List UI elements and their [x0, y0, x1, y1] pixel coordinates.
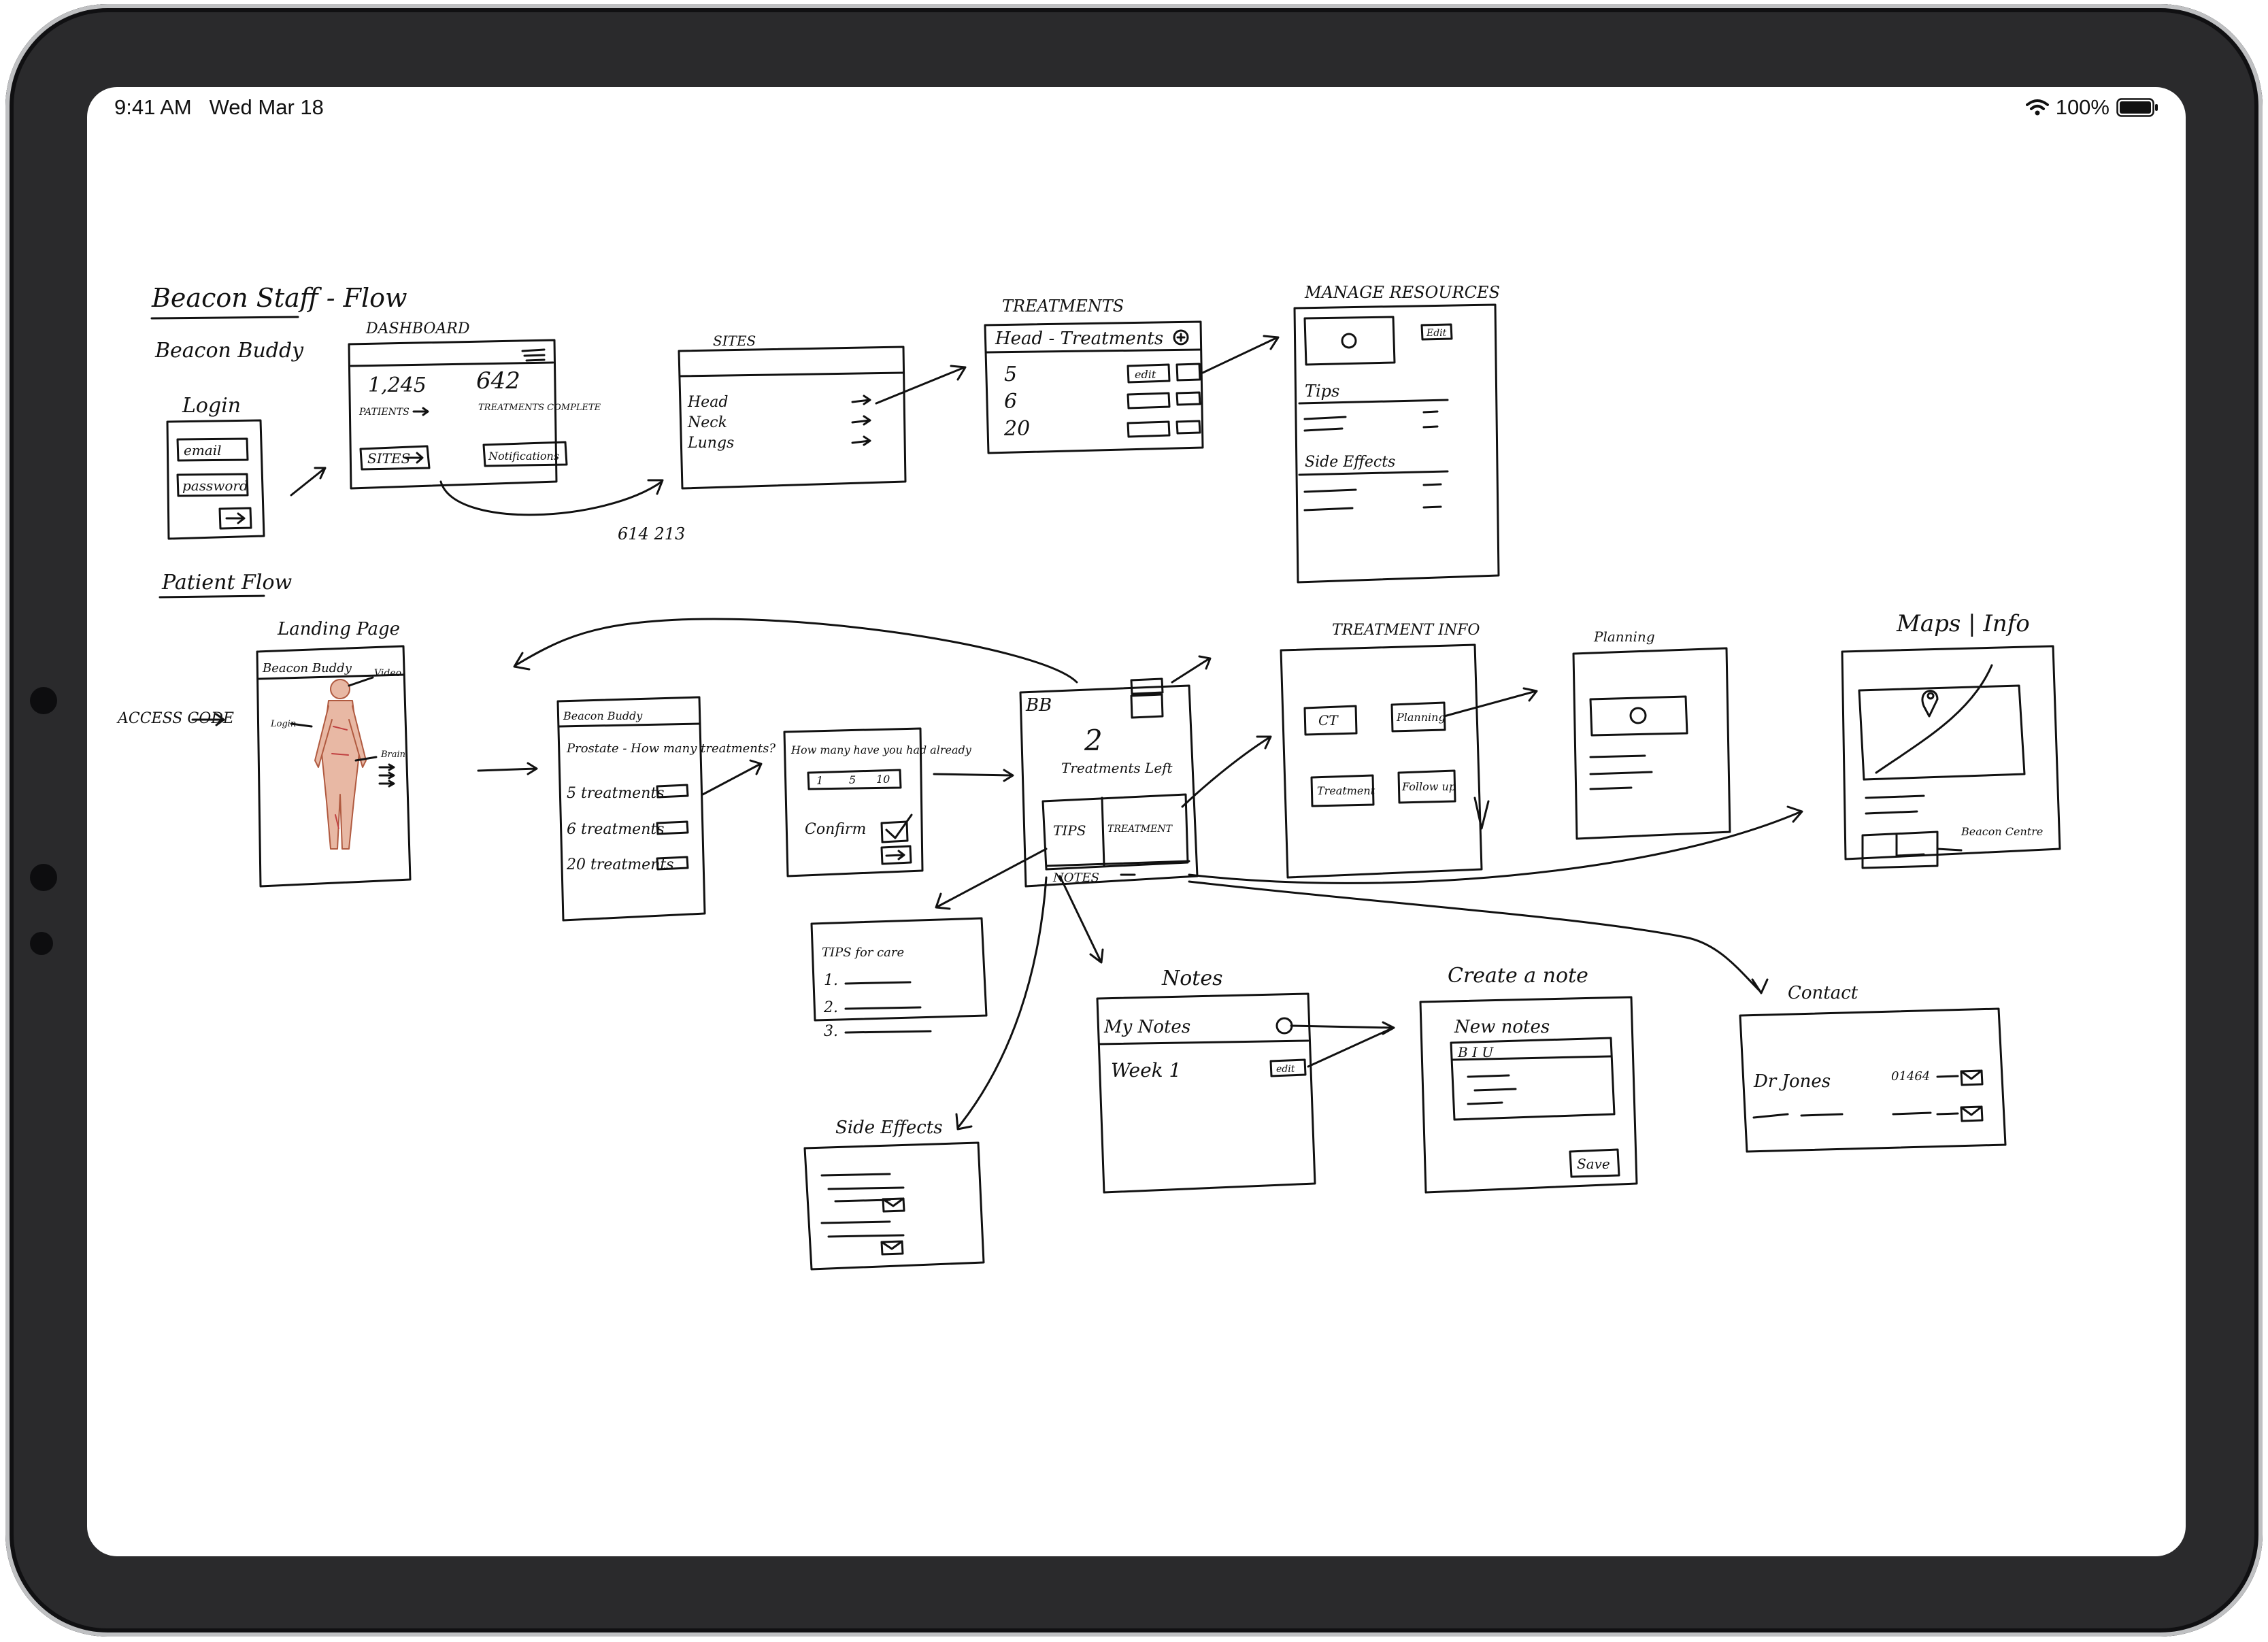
- create-note-save: Save: [1577, 1156, 1610, 1172]
- how-many-confirm: Confirm: [805, 821, 866, 838]
- select-screen: Beacon Buddy Prostate - How many treatme…: [556, 696, 776, 922]
- select-app-name: Beacon Buddy: [563, 709, 643, 722]
- manage-resources-tips: Tips: [1305, 382, 1339, 401]
- dashboard-stat1: 1,245: [368, 373, 427, 397]
- notes-title: Notes: [1161, 967, 1223, 990]
- notes-edit: edit: [1276, 1064, 1295, 1075]
- maps-info-title: Maps | Info: [1896, 610, 2030, 637]
- treatments-row-6: 6: [1004, 390, 1017, 414]
- how-many-screen: How many have you had already 1 5 10 Con…: [783, 727, 972, 877]
- tips-item-3: 3.: [824, 1023, 838, 1040]
- patient-flow-title: Patient Flow: [161, 571, 293, 594]
- tips-item-1: 1.: [824, 972, 838, 989]
- treatment-info-treatment: Treatment: [1317, 784, 1375, 797]
- treatment-info-follow-up: Follow up: [1401, 780, 1456, 793]
- treatments-row-20: 20: [1003, 417, 1030, 441]
- sites-item-head: Head: [687, 394, 728, 411]
- maps-info-label: Beacon Centre: [1961, 825, 2043, 838]
- sites-item-neck: Neck: [687, 414, 727, 431]
- landing-brain-label: Brain: [380, 750, 405, 760]
- landing-video-label: Video: [374, 668, 401, 679]
- how-many-value-10: 10: [876, 773, 890, 786]
- create-note-header: New notes: [1454, 1017, 1550, 1037]
- sites-item-lungs: Lungs: [687, 435, 734, 452]
- manage-resources-edit: Edit: [1426, 328, 1447, 339]
- manage-resources-screen: MANAGE RESOURCES Edit Tips Side Effects: [1293, 283, 1500, 584]
- how-many-value-1: 1: [816, 774, 823, 787]
- landing-title: Landing Page: [277, 619, 400, 639]
- sites-screen: SITES Head Neck Lungs: [678, 333, 907, 490]
- treatments-row-5: 5: [1004, 363, 1017, 386]
- sites-title: SITES: [713, 333, 756, 349]
- tips-for-care-title: TIPS for care: [822, 945, 904, 960]
- dashboard-notifications-button: Notifications: [488, 450, 559, 463]
- dashboard-stat1-label: PATIENTS: [358, 407, 410, 418]
- side-effects-screen: Side Effects: [803, 876, 1048, 1271]
- dashboard-screen: DASHBOARD 1,245 PATIENTS 642 TREATMENTS …: [348, 320, 601, 490]
- treatments-header: Head - Treatments: [995, 329, 1163, 349]
- dashboard-stat2-label: TREATMENTS COMPLETE: [478, 403, 601, 413]
- create-note-toolbar: B I U: [1457, 1044, 1494, 1060]
- staff-app-name: Beacon Buddy: [154, 339, 304, 363]
- home-logo: BB: [1025, 695, 1052, 716]
- landing-screen: Landing Page Beacon Buddy Video Login Br…: [256, 619, 412, 888]
- notes-header: My Notes: [1103, 1017, 1190, 1037]
- treatments-title: TREATMENTS: [1002, 297, 1124, 316]
- notes-item-week1: Week 1: [1111, 1059, 1181, 1082]
- maps-info-screen: Maps | Info Beacon Centre: [1841, 610, 2061, 869]
- camera-dot: [30, 687, 57, 714]
- treatment-info-title: TREATMENT INFO: [1332, 622, 1480, 639]
- hardware-button: [30, 864, 57, 891]
- treatments-edit: edit: [1135, 368, 1156, 381]
- login-title: Login: [182, 394, 241, 418]
- notes-screen: Notes My Notes Week 1 edit: [1058, 875, 1395, 1194]
- how-many-value-5: 5: [849, 773, 856, 786]
- side-effects-title: Side Effects: [835, 1118, 943, 1138]
- home-count: 2: [1084, 724, 1103, 757]
- login-password: password: [182, 477, 248, 494]
- planning-screen: Planning: [1572, 629, 1731, 840]
- staff-flow-title: Beacon Staff - Flow: [151, 283, 407, 313]
- staff-note: 614 213: [618, 524, 685, 543]
- manage-resources-title: MANAGE RESOURCES: [1304, 283, 1500, 302]
- treatments-screen: TREATMENTS Head - Treatments 5 6 20 edit: [984, 297, 1204, 454]
- planning-title: Planning: [1593, 629, 1655, 645]
- home-treatment-tile: TREATMENT: [1107, 824, 1173, 835]
- staff-flow: Beacon Staff - Flow Beacon Buddy Login e…: [150, 283, 1500, 584]
- select-question: Prostate - How many treatments?: [566, 741, 776, 756]
- contact-name: Dr Jones: [1753, 1071, 1831, 1092]
- tips-for-care-screen: TIPS for care 1. 2. 3.: [810, 848, 1048, 1040]
- manage-resources-side-effects: Side Effects: [1305, 454, 1395, 471]
- select-option-5: 5 treatments: [567, 785, 665, 802]
- create-note-screen: Create a note New notes B I U Save: [1419, 964, 1638, 1194]
- how-many-question: How many have you had already: [790, 743, 972, 756]
- hardware-button: [30, 932, 53, 955]
- home-subtitle: Treatments Left: [1061, 760, 1173, 776]
- landing-app-name: Beacon Buddy: [262, 661, 352, 675]
- dashboard-title: DASHBOARD: [365, 320, 470, 337]
- patient-flow: Patient Flow ACCESS CODE Landing Page Be…: [116, 571, 2061, 1271]
- home-screen: BB 2 Treatments Left TIPS TREATMENT NOTE…: [1019, 677, 1199, 888]
- login-screen: Login email password: [166, 394, 265, 540]
- sketch-canvas[interactable]: Beacon Staff - Flow Beacon Buddy Login e…: [87, 87, 2186, 1556]
- contact-title: Contact: [1788, 983, 1858, 1003]
- dashboard-sites-button: SITES: [367, 450, 410, 467]
- login-email: email: [184, 442, 222, 458]
- home-notes-tile: NOTES: [1052, 871, 1099, 885]
- contact-phone: 01464: [1891, 1069, 1930, 1084]
- create-note-title: Create a note: [1448, 964, 1588, 988]
- tips-item-2: 2.: [823, 999, 838, 1016]
- treatment-info-ct: CT: [1318, 712, 1339, 728]
- home-tips-tile: TIPS: [1053, 822, 1086, 839]
- screen: 9:41 AM Wed Mar 18 100% Beacon Staff - F…: [87, 87, 2186, 1556]
- select-option-6: 6 treatments: [567, 821, 665, 838]
- dashboard-stat2: 642: [476, 367, 520, 395]
- treatment-info-planning: Planning: [1396, 711, 1446, 724]
- body-figure-icon: [314, 679, 367, 850]
- treatment-info-screen: TREATMENT INFO CT Planning Treatment Fol…: [1280, 622, 1490, 879]
